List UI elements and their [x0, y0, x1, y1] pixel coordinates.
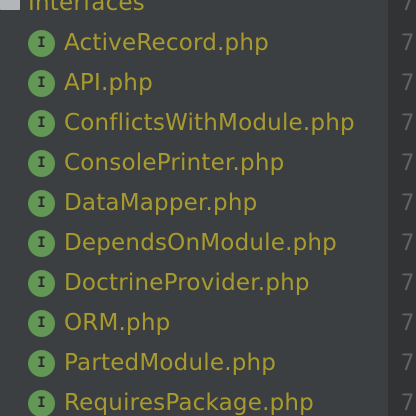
line-number: 7 [401, 30, 415, 56]
tree-file-item[interactable]: I RequiresPackage.php [28, 383, 314, 416]
file-name: RequiresPackage.php [64, 390, 314, 416]
line-number: 7 [401, 110, 415, 136]
editor-gutter: 7 7 7 7 7 7 7 7 7 7 7 [390, 0, 416, 416]
tree-file-item[interactable]: I ConflictsWithModule.php [28, 103, 355, 143]
folder-icon [0, 0, 20, 10]
line-number: 7 [401, 390, 415, 416]
interface-icon: I [28, 229, 55, 257]
interface-icon: I [28, 389, 55, 416]
line-number: 7 [401, 270, 415, 296]
interface-icon: I [28, 29, 55, 57]
line-number: 7 [401, 190, 415, 216]
line-number: 7 [401, 350, 415, 376]
line-number: 7 [401, 0, 415, 16]
folder-label: Interfaces [28, 0, 145, 16]
tree-file-item[interactable]: I DataMapper.php [28, 183, 257, 223]
tree-file-item[interactable]: I API.php [28, 63, 153, 103]
interface-icon: I [28, 309, 55, 337]
line-number: 7 [401, 150, 415, 176]
interface-icon: I [28, 109, 55, 137]
file-name: ActiveRecord.php [64, 30, 269, 56]
ide-window: Interfaces I ActiveRecord.php I API.php … [0, 0, 416, 416]
interface-icon: I [28, 189, 55, 217]
tree-file-item[interactable]: I PartedModule.php [28, 343, 276, 383]
file-name: ConsolePrinter.php [64, 150, 285, 176]
tree-folder-interfaces[interactable]: Interfaces [0, 0, 145, 18]
interface-icon: I [28, 69, 55, 97]
file-name: ConflictsWithModule.php [64, 110, 355, 136]
file-name: DependsOnModule.php [64, 230, 337, 256]
line-number: 7 [401, 70, 415, 96]
line-number: 7 [401, 230, 415, 256]
tree-file-item[interactable]: I ConsolePrinter.php [28, 143, 284, 183]
tree-file-item[interactable]: I DependsOnModule.php [28, 223, 337, 263]
tree-file-item[interactable]: I DoctrineProvider.php [28, 263, 310, 303]
interface-icon: I [28, 269, 55, 297]
file-name: PartedModule.php [64, 350, 277, 376]
tree-file-item[interactable]: I ORM.php [28, 303, 170, 343]
project-tree-panel: Interfaces I ActiveRecord.php I API.php … [0, 0, 388, 416]
line-number: 7 [401, 310, 415, 336]
file-name: DataMapper.php [64, 190, 258, 216]
tree-file-item[interactable]: I ActiveRecord.php [28, 23, 269, 63]
interface-icon: I [28, 349, 55, 377]
file-name: DoctrineProvider.php [64, 270, 310, 296]
file-name: API.php [64, 70, 153, 96]
interface-icon: I [28, 149, 55, 177]
file-name: ORM.php [64, 310, 171, 336]
